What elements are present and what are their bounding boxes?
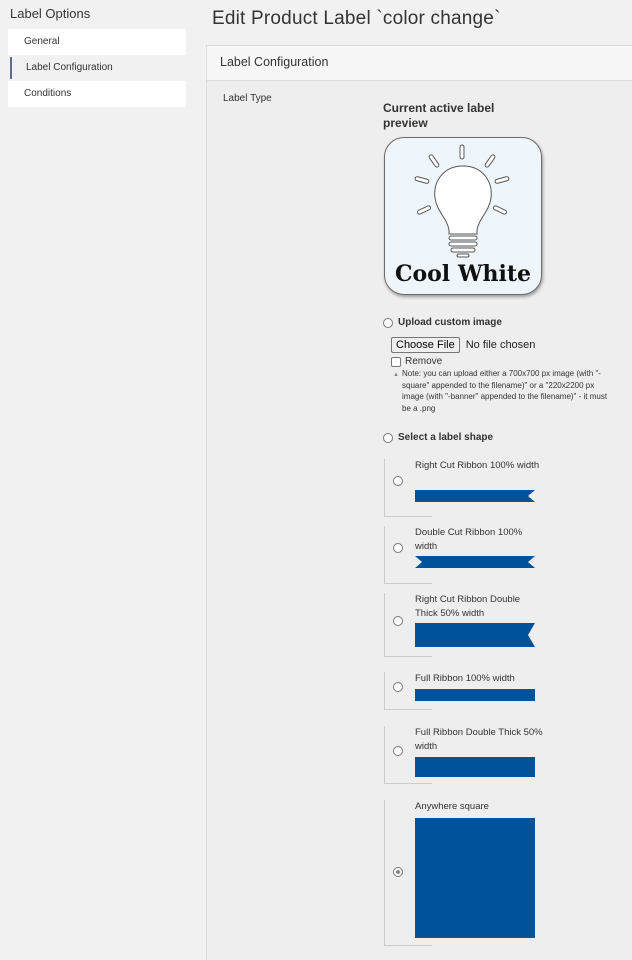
shape-radio-right-cut-ribbon[interactable] — [393, 476, 403, 486]
shape-label-right-cut-double-thick: Right Cut Ribbon Double Thick 50% width — [415, 594, 521, 619]
shape-label-double-cut-ribbon: Double Cut Ribbon 100% width — [415, 527, 523, 552]
remove-checkbox[interactable] — [391, 356, 401, 367]
shape-preview-full-ribbon-double-thick — [415, 757, 535, 777]
shape-radio-full-ribbon[interactable] — [393, 682, 403, 692]
shape-label-anywhere-square: Anywhere square — [415, 801, 489, 812]
shape-preview-full-ribbon — [415, 689, 535, 701]
sidebar-title: Label Options — [10, 6, 91, 21]
label-configuration-panel: Label Configuration Label Type Current a… — [206, 45, 632, 960]
upload-note: ▲ Note: you can upload either a 700x700 … — [391, 368, 609, 414]
upload-note-text: Note: you can upload either a 700x700 px… — [402, 369, 608, 413]
remove-label: Remove — [405, 356, 443, 367]
file-status-text: No file chosen — [465, 339, 536, 351]
shape-radio-anywhere-square[interactable] — [393, 867, 403, 877]
shape-radio-double-cut-ribbon[interactable] — [393, 543, 403, 553]
sidebar-menu: General Label Configuration Conditions — [8, 29, 186, 107]
page-title: Edit Product Label `color change` — [212, 8, 501, 29]
preview-label-text: Cool White — [394, 261, 532, 287]
shape-label-full-ribbon-double-thick: Full Ribbon Double Thick 50% width — [415, 727, 543, 752]
label-preview-image: Cool White — [384, 137, 542, 295]
file-input[interactable]: Choose File No file chosen — [391, 337, 535, 353]
sidebar-item-label-configuration[interactable]: Label Configuration — [8, 55, 186, 81]
shape-label-full-ribbon: Full Ribbon 100% width — [415, 673, 515, 684]
shape-preview-right-cut-ribbon — [415, 490, 535, 502]
remove-option[interactable]: Remove — [391, 356, 442, 367]
label-type-label: Label Type — [223, 93, 272, 104]
note-arrow-icon: ▲ — [393, 372, 399, 378]
shape-preview-anywhere-square — [415, 818, 535, 938]
shape-radio-full-ribbon-double-thick[interactable] — [393, 746, 403, 756]
select-label-shape-radio[interactable] — [383, 432, 393, 443]
select-label-shape-option[interactable]: Select a label shape — [383, 432, 493, 443]
shape-preview-right-cut-double-thick — [415, 623, 535, 647]
select-label-shape-label: Select a label shape — [398, 432, 494, 443]
sidebar-item-conditions[interactable]: Conditions — [8, 81, 186, 107]
shape-radio-right-cut-double-thick[interactable] — [393, 616, 403, 626]
shape-label-right-cut-ribbon: Right Cut Ribbon 100% width — [415, 460, 540, 471]
panel-header: Label Configuration — [207, 46, 632, 81]
sidebar-item-general[interactable]: General — [8, 29, 186, 55]
upload-custom-image-radio[interactable] — [383, 317, 393, 328]
preview-title: Current active label preview — [383, 101, 495, 130]
choose-file-button[interactable]: Choose File — [391, 337, 460, 353]
upload-custom-image-label: Upload custom image — [398, 317, 502, 328]
upload-custom-image-option[interactable]: Upload custom image — [383, 317, 502, 328]
shape-preview-double-cut-ribbon — [415, 556, 535, 568]
